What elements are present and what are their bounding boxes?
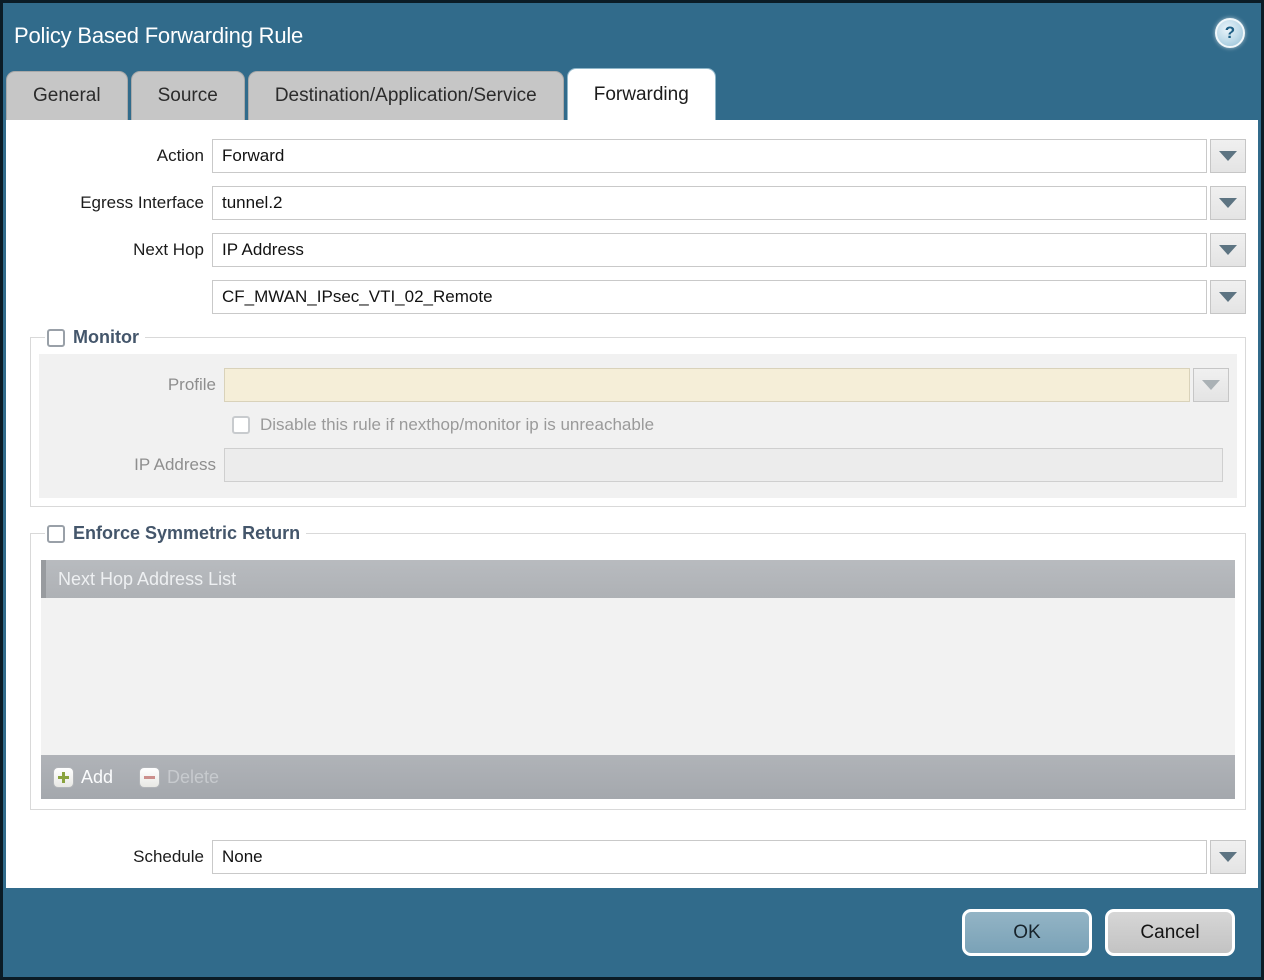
enforce-symmetric-return-checkbox[interactable] [47, 525, 65, 543]
monitor-legend: Monitor [45, 327, 145, 348]
dialog-title: Policy Based Forwarding Rule [14, 23, 303, 49]
delete-button: Delete [139, 767, 219, 788]
next-hop-type-value[interactable]: IP Address [212, 233, 1207, 267]
tab-source-label: Source [158, 85, 218, 107]
tab-forwarding-label: Forwarding [594, 84, 689, 106]
next-hop-address-list-body[interactable] [41, 598, 1235, 755]
tab-bar: General Source Destination/Application/S… [3, 68, 1261, 120]
egress-interface-value[interactable]: tunnel.2 [212, 186, 1207, 220]
enforce-symmetric-return-legend: Enforce Symmetric Return [45, 523, 306, 544]
next-hop-label: Next Hop [6, 240, 212, 260]
monitor-ip-address-label: IP Address [39, 455, 224, 475]
policy-based-forwarding-rule-dialog: Policy Based Forwarding Rule ? General S… [0, 0, 1264, 980]
enforce-symmetric-return-fieldset: Enforce Symmetric Return Next Hop Addres… [30, 523, 1246, 810]
egress-interface-combo: tunnel.2 [212, 186, 1246, 220]
schedule-label: Schedule [6, 847, 212, 867]
profile-dropdown-button [1193, 368, 1229, 402]
action-label: Action [6, 146, 212, 166]
schedule-value[interactable]: None [212, 840, 1207, 874]
chevron-down-icon [1219, 198, 1237, 208]
cancel-button[interactable]: Cancel [1105, 909, 1235, 956]
action-combo: Forward [212, 139, 1246, 173]
minus-icon [139, 767, 160, 788]
next-hop-address-combo: CF_MWAN_IPsec_VTI_02_Remote [212, 280, 1246, 314]
monitor-ip-address-input [224, 448, 1223, 482]
forwarding-tab-panel: Action Forward Egress Interface tunnel.2… [6, 120, 1258, 888]
monitor-title: Monitor [73, 327, 139, 348]
chevron-down-icon [1202, 380, 1220, 390]
dialog-footer: OK Cancel [3, 888, 1261, 977]
next-hop-type-dropdown-button[interactable] [1210, 233, 1246, 267]
plus-icon [53, 767, 74, 788]
help-glyph: ? [1225, 23, 1235, 43]
tab-source[interactable]: Source [131, 71, 245, 120]
chevron-down-icon [1219, 151, 1237, 161]
egress-interface-dropdown-button[interactable] [1210, 186, 1246, 220]
ok-button[interactable]: OK [962, 909, 1092, 956]
tab-general[interactable]: General [6, 71, 128, 120]
enforce-symmetric-return-title: Enforce Symmetric Return [73, 523, 300, 544]
action-dropdown-button[interactable] [1210, 139, 1246, 173]
tab-general-label: General [33, 85, 101, 107]
delete-button-label: Delete [167, 767, 219, 788]
schedule-dropdown-button[interactable] [1210, 840, 1246, 874]
help-icon[interactable]: ? [1215, 18, 1245, 48]
action-value[interactable]: Forward [212, 139, 1207, 173]
tab-forwarding[interactable]: Forwarding [567, 68, 716, 120]
schedule-row: Schedule None [6, 840, 1246, 874]
next-hop-row: Next Hop IP Address [6, 233, 1246, 267]
next-hop-address-list-header-label: Next Hop Address List [58, 569, 236, 590]
profile-row: Profile [39, 368, 1229, 402]
chevron-down-icon [1219, 292, 1237, 302]
monitor-panel: Profile Disable this rule if nexthop/mon… [39, 354, 1237, 498]
next-hop-address-row: CF_MWAN_IPsec_VTI_02_Remote [6, 280, 1246, 314]
chevron-down-icon [1219, 245, 1237, 255]
monitor-checkbox[interactable] [47, 329, 65, 347]
tab-destination-application-service-label: Destination/Application/Service [275, 85, 537, 107]
schedule-combo: None [212, 840, 1246, 874]
disable-rule-label: Disable this rule if nexthop/monitor ip … [260, 415, 654, 435]
egress-interface-label: Egress Interface [6, 193, 212, 213]
add-button[interactable]: Add [53, 767, 113, 788]
chevron-down-icon [1219, 852, 1237, 862]
tab-destination-application-service[interactable]: Destination/Application/Service [248, 71, 564, 120]
monitor-fieldset: Monitor Profile Disable this rule if nex… [30, 327, 1246, 507]
next-hop-type-combo: IP Address [212, 233, 1246, 267]
egress-interface-row: Egress Interface tunnel.2 [6, 186, 1246, 220]
dialog-titlebar: Policy Based Forwarding Rule ? [3, 3, 1261, 68]
profile-value [224, 368, 1190, 402]
disable-rule-checkbox [232, 416, 250, 434]
next-hop-address-list-header[interactable]: Next Hop Address List [41, 560, 1235, 598]
next-hop-address-list-table: Next Hop Address List Add Delete [41, 560, 1235, 799]
disable-rule-row: Disable this rule if nexthop/monitor ip … [232, 415, 1229, 435]
next-hop-address-dropdown-button[interactable] [1210, 280, 1246, 314]
next-hop-address-list-toolbar: Add Delete [41, 755, 1235, 799]
next-hop-address-value[interactable]: CF_MWAN_IPsec_VTI_02_Remote [212, 280, 1207, 314]
add-button-label: Add [81, 767, 113, 788]
monitor-ip-address-row: IP Address [39, 448, 1229, 482]
action-row: Action Forward [6, 139, 1246, 173]
profile-label: Profile [39, 375, 224, 395]
